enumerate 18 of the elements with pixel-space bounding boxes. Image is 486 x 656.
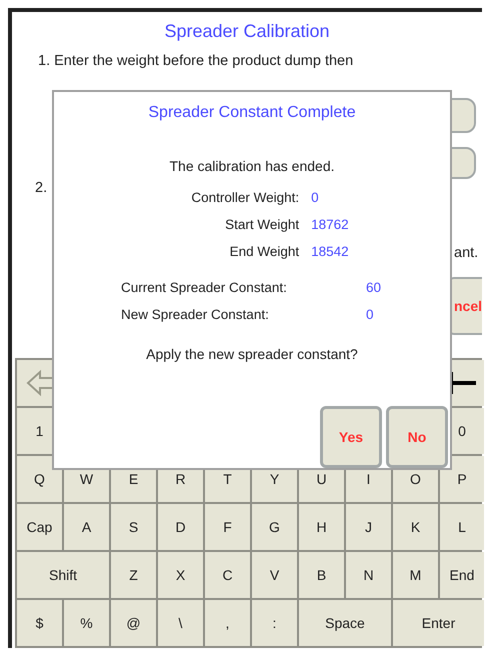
field-value: 18542 xyxy=(311,244,350,259)
dialog-message: The calibration has ended. xyxy=(170,158,334,174)
dialog-question: Apply the new spreader constant? xyxy=(146,346,358,362)
field-label: Controller Weight: xyxy=(190,190,300,205)
instruction-text: ant. xyxy=(454,245,478,261)
left-arrow-icon xyxy=(24,368,54,398)
field-value: 60 xyxy=(366,280,382,295)
field-label: Start Weight xyxy=(224,217,300,232)
field-label: New Spreader Constant: xyxy=(121,307,270,322)
instruction-text: 1. Enter the weight before the product dump then xyxy=(37,53,354,71)
field-value: 0 xyxy=(311,190,320,205)
field-label: Current Spreader Constant: xyxy=(121,280,288,295)
field-value: 18762 xyxy=(311,217,350,232)
field-value: 0 xyxy=(366,307,375,322)
screen-title: Spreader Calibration xyxy=(163,20,331,43)
step-number: 2. xyxy=(35,180,48,196)
dialog-title: Spreader Constant Complete xyxy=(148,104,356,122)
field-label: End Weight xyxy=(228,244,300,259)
